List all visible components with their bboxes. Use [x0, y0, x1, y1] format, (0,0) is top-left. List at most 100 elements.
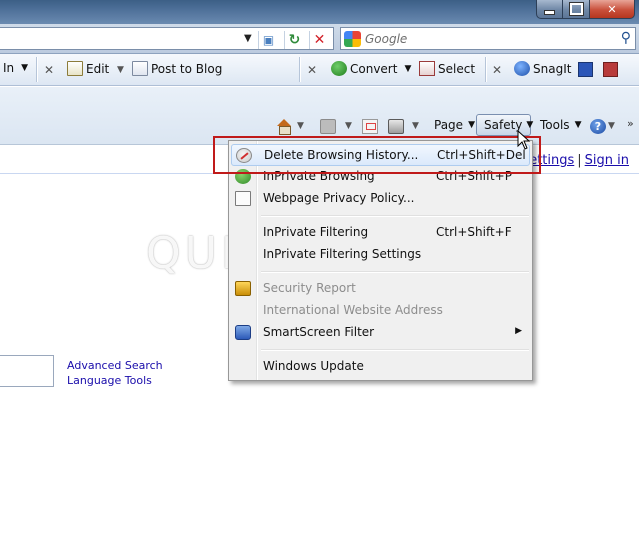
google-logo-icon[interactable] — [344, 31, 361, 47]
window-titlebar: ✕ — [0, 0, 639, 24]
sign-in-link[interactable]: Sign in — [585, 153, 629, 168]
menu-item-delete-browsing-history[interactable]: Delete Browsing History... Ctrl+Shift+De… — [231, 144, 530, 166]
chevron-down-icon: ▼ — [404, 63, 412, 74]
plugin-toolbar: In ▼ ✕ Edit ▼ Post to Blog ✕ Convert ▼ S… — [0, 54, 639, 86]
toolbar-divider — [36, 57, 37, 82]
menu-item-label: SmartScreen Filter — [263, 325, 375, 339]
tools-menu-label: Tools — [540, 118, 570, 132]
post-to-blog-label: Post to Blog — [151, 61, 223, 76]
toolbar-divider — [485, 57, 486, 82]
menu-item-inprivate-browsing[interactable]: InPrivate Browsing Ctrl+Shift+P — [231, 166, 530, 188]
chevron-down-icon[interactable]: ▼ — [297, 121, 304, 131]
chevron-down-icon[interactable]: ▼ — [345, 121, 352, 131]
lock-icon — [235, 281, 251, 296]
delete-history-icon — [236, 148, 252, 163]
advanced-search-link[interactable]: Advanced Search — [67, 358, 163, 373]
safety-menu-label: Safety — [484, 118, 523, 132]
search-field[interactable] — [0, 355, 54, 387]
edit-button[interactable]: Edit — [67, 61, 109, 76]
menu-item-shortcut: Ctrl+Shift+P — [436, 169, 512, 183]
menu-item-inprivate-filtering[interactable]: InPrivate Filtering Ctrl+Shift+F — [231, 222, 530, 244]
address-field[interactable]: ▼ ▣ ↻ ✕ — [0, 27, 334, 50]
snagit-editor-icon[interactable] — [603, 62, 618, 77]
address-dropdown-icon[interactable]: ▼ — [244, 33, 252, 44]
menu-item-windows-update[interactable]: Windows Update — [231, 356, 530, 378]
menu-item-smartscreen-filter[interactable]: SmartScreen Filter ▶ — [231, 322, 530, 344]
compatibility-view-icon[interactable]: ▣ — [258, 31, 278, 49]
link-separator: | — [577, 153, 582, 168]
inprivate-icon — [235, 169, 251, 184]
close-toolbar-icon[interactable]: ✕ — [307, 63, 317, 77]
command-bar: ▼ ▼ ▼ Page ▼ Safety ▼ Tools ▼ ? ▼ » — [0, 87, 639, 145]
chevron-right-icon[interactable]: » — [627, 117, 634, 130]
read-mail-icon[interactable] — [362, 119, 378, 134]
page-menu-label: Page — [434, 118, 464, 132]
toolbar-item-label: In — [3, 61, 15, 75]
safety-menu-button[interactable]: Safety ▼ — [476, 114, 534, 136]
help-icon[interactable]: ? — [590, 119, 606, 134]
menu-item-security-report: Security Report — [231, 278, 530, 300]
submenu-arrow-icon: ▶ — [515, 326, 522, 336]
stop-icon[interactable]: ✕ — [309, 31, 329, 49]
window-controls: ✕ — [536, 0, 635, 19]
smartscreen-icon — [235, 325, 251, 340]
blog-icon — [132, 61, 148, 76]
edit-icon — [67, 61, 83, 76]
snagit-button[interactable]: SnagIt — [514, 61, 571, 76]
select-button[interactable]: Select — [419, 61, 475, 76]
refresh-icon[interactable]: ↻ — [284, 31, 304, 49]
menu-item-webpage-privacy-policy[interactable]: Webpage Privacy Policy... — [231, 188, 530, 210]
menu-item-label: Webpage Privacy Policy... — [263, 191, 415, 205]
menu-item-international-website-address: International Website Address — [231, 300, 530, 322]
chevron-down-icon: ▼ — [526, 120, 534, 130]
select-icon — [419, 61, 435, 76]
menu-item-label: Windows Update — [263, 359, 364, 373]
chevron-down-icon: ▼ — [21, 63, 29, 73]
menu-item-label: Delete Browsing History... — [264, 148, 419, 162]
menu-item-label: Security Report — [263, 281, 356, 295]
chevron-down-icon[interactable]: ▼ — [412, 121, 419, 131]
search-box[interactable]: Google ⚲ ▼ — [340, 27, 636, 50]
menu-separator — [261, 271, 529, 272]
close-toolbar-icon[interactable]: ✕ — [492, 63, 502, 77]
menu-item-inprivate-filtering-settings[interactable]: InPrivate Filtering Settings — [231, 244, 530, 266]
chevron-down-icon[interactable]: ▼ — [117, 65, 124, 75]
privacy-policy-icon — [235, 191, 251, 206]
post-to-blog-button[interactable]: Post to Blog — [132, 61, 222, 76]
toolbar-divider — [299, 57, 300, 82]
search-icon[interactable]: ⚲ — [621, 30, 631, 46]
menu-item-label: InPrivate Browsing — [263, 169, 375, 183]
close-window-button[interactable]: ✕ — [590, 0, 635, 19]
menu-separator — [261, 215, 529, 216]
menu-separator — [261, 349, 529, 350]
snagit-label: SnagIt — [533, 61, 572, 76]
top-links: settings | Sign in — [522, 153, 629, 168]
toolbar-item-in[interactable]: In ▼ — [3, 61, 28, 75]
convert-icon — [331, 61, 347, 76]
convert-label: Convert — [350, 61, 398, 76]
maximize-button[interactable] — [563, 0, 590, 19]
menu-item-label: InPrivate Filtering — [263, 225, 369, 239]
page-menu-button[interactable]: Page ▼ — [434, 118, 475, 132]
menu-item-shortcut: Ctrl+Shift+F — [436, 225, 512, 239]
select-label: Select — [438, 61, 476, 76]
search-links: Advanced Search Language Tools — [67, 358, 163, 388]
search-input[interactable]: Google — [365, 32, 407, 46]
language-tools-link[interactable]: Language Tools — [67, 373, 163, 388]
close-toolbar-icon[interactable]: ✕ — [44, 63, 54, 77]
convert-button[interactable]: Convert ▼ — [331, 61, 411, 76]
menu-item-shortcut: Ctrl+Shift+Del — [437, 148, 526, 162]
safety-menu: Delete Browsing History... Ctrl+Shift+De… — [228, 140, 533, 381]
edit-label: Edit — [86, 61, 110, 76]
menu-item-label: InPrivate Filtering Settings — [263, 247, 422, 261]
tools-menu-button[interactable]: Tools ▼ — [540, 118, 581, 132]
chevron-down-icon: ▼ — [468, 120, 475, 130]
home-icon[interactable] — [276, 119, 292, 135]
address-row: ▼ ▣ ↻ ✕ Google ⚲ ▼ — [0, 24, 639, 54]
chevron-down-icon[interactable]: ▼ — [608, 121, 615, 131]
print-icon[interactable] — [388, 119, 404, 134]
menu-item-label: International Website Address — [263, 303, 443, 317]
snagit-capture-icon[interactable] — [578, 62, 593, 77]
minimize-button[interactable] — [536, 0, 563, 19]
feeds-icon[interactable] — [320, 119, 336, 134]
